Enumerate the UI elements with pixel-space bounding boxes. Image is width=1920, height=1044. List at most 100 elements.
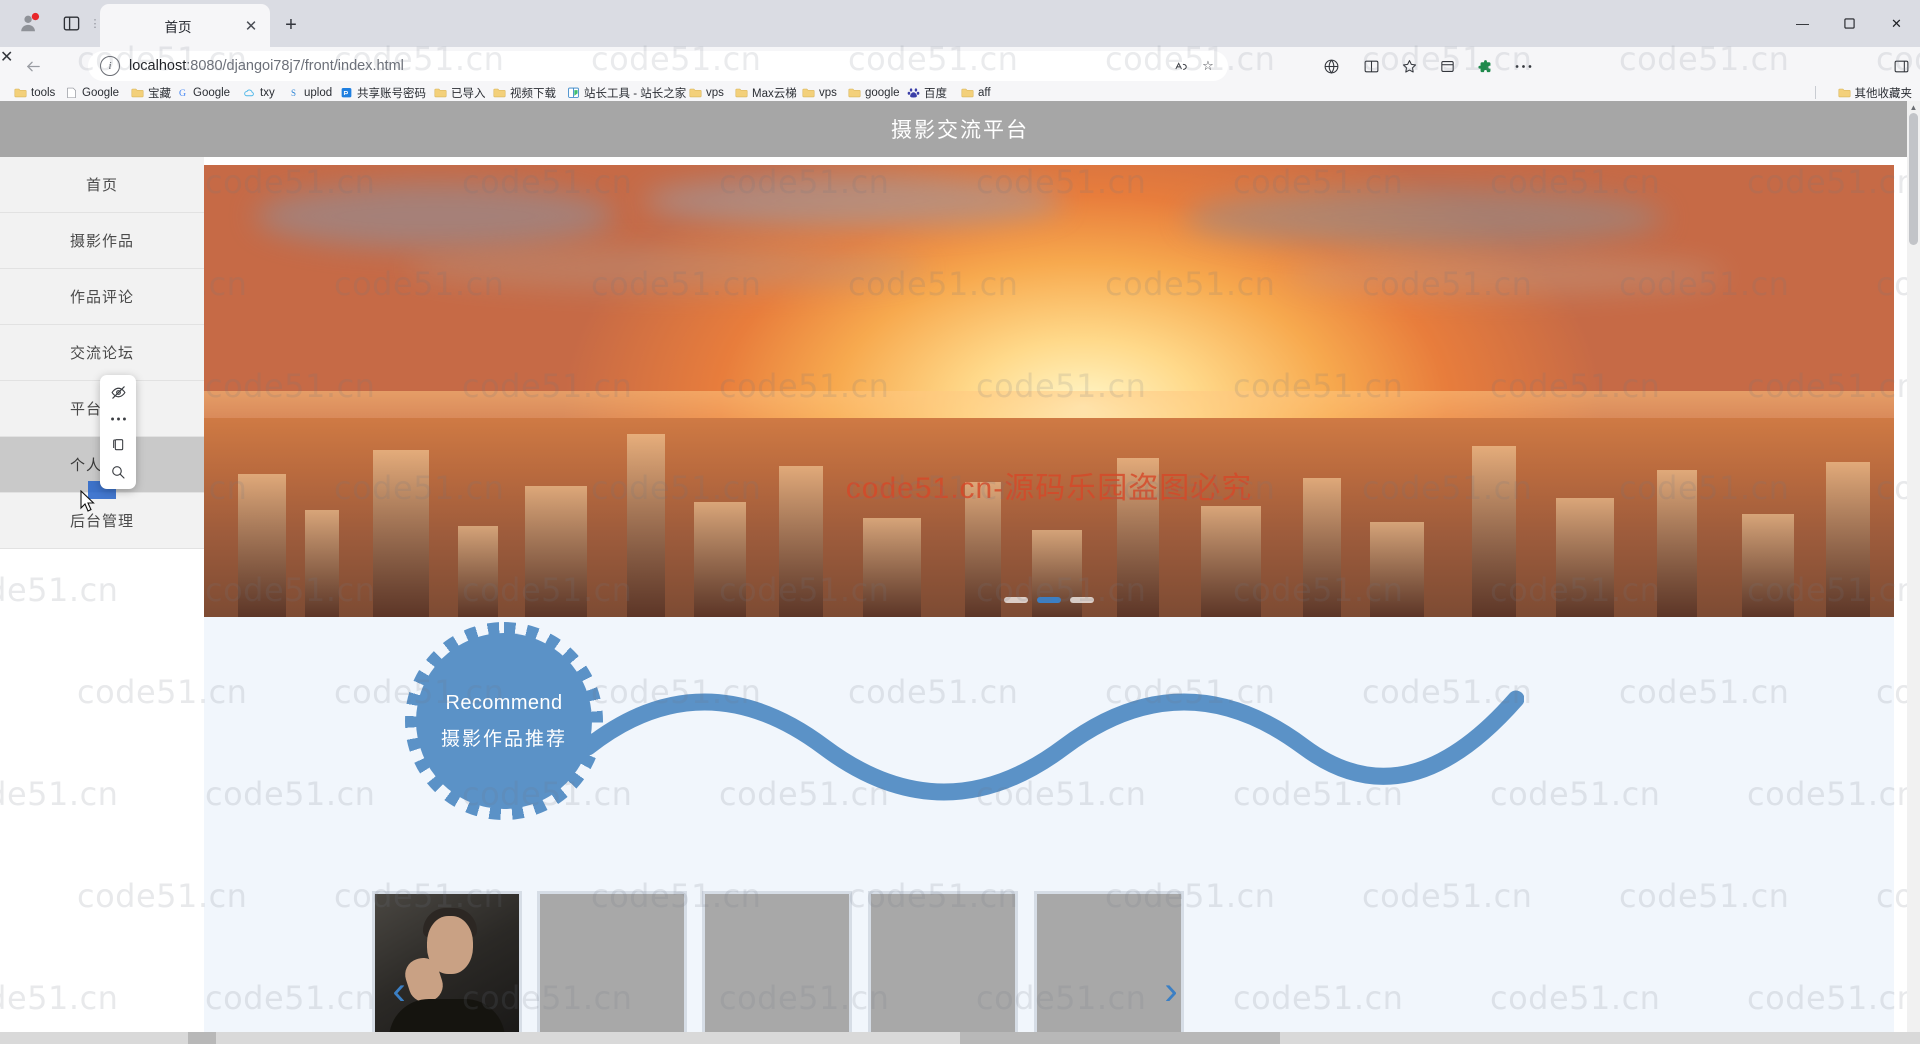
watermark-text: code51.cn — [0, 979, 119, 1017]
bookmarks-bar[interactable]: 其他收藏夹 tools Google 宝藏 G Google txy Suplod 共享账号密… — [0, 84, 1920, 101]
other-bookmarks-button[interactable]: 其他收藏夹 — [1838, 84, 1913, 101]
work-card[interactable] — [868, 891, 1018, 1044]
works-carousel: ‹ › — [204, 877, 1894, 1044]
carousel-dot-active[interactable] — [1037, 597, 1061, 603]
bookmark-item-2[interactable]: 宝藏 — [131, 84, 171, 101]
page-icon — [67, 87, 76, 98]
banner-watermark: code51.cn-源码乐园盗图必究 — [845, 472, 1253, 506]
recommend-en-label: Recommend — [445, 691, 563, 714]
bookmark-item-7[interactable]: 已导入 — [434, 84, 486, 101]
bookmark-label: 共享账号密码 — [357, 87, 426, 100]
bookmark-item-11[interactable]: Max云梯 — [735, 84, 797, 101]
tab-title: 首页 — [164, 19, 192, 35]
bookmark-item-5[interactable]: Suplod — [287, 84, 332, 101]
favorites-star-icon[interactable] — [1394, 51, 1424, 81]
window-controls[interactable]: — ✕ — [1779, 0, 1920, 47]
sidebar-item-1[interactable]: 摄影作品 — [0, 213, 204, 269]
scrollbar-thumb[interactable] — [1909, 113, 1918, 245]
carousel-next-button[interactable]: › — [1154, 967, 1188, 1015]
site-header: 摄影交流平台 — [0, 101, 1920, 157]
bookmark-item-12[interactable]: vps — [802, 84, 837, 101]
split-screen-icon[interactable] — [1356, 51, 1386, 81]
cloud-shape — [643, 174, 1064, 229]
address-bar-actions[interactable]: ☆ — [1170, 54, 1220, 78]
carousel-dot[interactable] — [1004, 597, 1028, 603]
more-dots-icon[interactable] — [105, 408, 131, 430]
favorite-star-icon[interactable]: ☆ — [1196, 54, 1220, 78]
collections-icon[interactable] — [1432, 51, 1462, 81]
other-bookmarks-label: 其他收藏夹 — [1854, 87, 1913, 100]
blue-app-icon — [341, 88, 352, 98]
bookmark-label: txy — [260, 86, 275, 99]
work-card[interactable] — [537, 891, 687, 1044]
scroll-up-arrow[interactable]: ▲ — [1907, 101, 1920, 113]
tab-drag-handle-icon[interactable]: ⋮ — [90, 9, 101, 37]
browser-tab[interactable]: 首页 ✕ — [100, 4, 270, 47]
carousel-prev-button[interactable]: ‹ — [382, 967, 416, 1015]
carousel-dots[interactable] — [1004, 597, 1094, 603]
bookmark-item-3[interactable]: G Google — [176, 84, 230, 101]
browser-essentials-icon[interactable] — [1316, 51, 1346, 81]
copy-icon[interactable] — [105, 434, 131, 456]
selection-context-menu[interactable] — [100, 375, 136, 489]
maximize-button[interactable] — [1826, 0, 1873, 47]
bookmark-item-13[interactable]: google — [848, 84, 900, 101]
tab-search-icon[interactable] — [52, 5, 90, 41]
work-card[interactable] — [702, 891, 852, 1044]
bookmark-item-0[interactable]: tools — [14, 84, 55, 101]
extensions-icon[interactable] — [1470, 51, 1500, 81]
carousel-dot[interactable] — [1070, 597, 1094, 603]
sidebar-toggle-icon[interactable] — [1886, 51, 1916, 81]
sidebar-item-2[interactable]: 作品评论 — [0, 269, 204, 325]
address-bar[interactable]: i localhost:8080/djangoi78j7/front/index… — [88, 51, 1228, 81]
s-icon: S — [291, 88, 296, 98]
folder-icon — [131, 88, 144, 98]
bookmark-item-9[interactable]: 站长工具 - 站长之家 — [567, 84, 686, 101]
sidebar-item-3[interactable]: 交流论坛 — [0, 325, 204, 381]
bookmark-item-8[interactable]: 视频下载 — [493, 84, 556, 101]
folder-icon — [802, 88, 815, 98]
more-options-icon[interactable] — [1508, 51, 1538, 81]
search-icon[interactable] — [105, 461, 131, 483]
baidu-icon — [907, 88, 920, 98]
profile-avatar[interactable] — [10, 5, 48, 41]
bookmark-label: 宝藏 — [148, 87, 171, 100]
close-window-button[interactable]: ✕ — [1873, 0, 1920, 47]
folder-icon — [689, 88, 702, 98]
site-info-icon[interactable]: i — [100, 56, 120, 76]
bookmark-item-14[interactable]: 百度 — [907, 84, 947, 101]
sidebar-item-0[interactable]: 首页 — [0, 157, 204, 213]
back-button[interactable] — [18, 51, 48, 81]
browser-titlebar: ⋮ 首页 ✕ + — ✕ — [0, 0, 1920, 47]
sidebar-item-6[interactable]: 后台管理 — [0, 493, 204, 549]
new-tab-button[interactable]: + — [276, 11, 306, 39]
bookmark-item-6[interactable]: 共享账号密码 — [340, 84, 426, 101]
bookmark-label: 视频下载 — [510, 87, 556, 100]
cloud-icon — [244, 89, 254, 97]
tab-close-button[interactable]: ✕ — [238, 13, 264, 39]
folder-icon — [848, 88, 861, 98]
recommend-cn-label: 摄影作品推荐 — [440, 728, 567, 750]
bookmark-label: uplod — [304, 86, 333, 99]
bookmark-item-4[interactable]: txy — [243, 84, 275, 101]
hero-banner[interactable]: code51.cn-源码乐园盗图必究 — [204, 165, 1894, 617]
bookmark-item-10[interactable]: vps — [689, 84, 724, 101]
bookmark-item-1[interactable]: Google — [65, 84, 119, 101]
page-scrollbar[interactable]: ▲ ▼ — [1907, 101, 1920, 1044]
bookmark-item-15[interactable]: aff — [961, 84, 991, 101]
sidebar-item-label: 首页 — [85, 177, 118, 194]
web-page: code51.cncode51.cncode51.cncode51.cncode… — [0, 101, 1920, 1044]
bookmark-label: Max云梯 — [752, 87, 797, 100]
hide-eye-icon[interactable] — [105, 381, 131, 403]
url-path: :8080/djangoi78j7/front/index.html — [186, 58, 404, 74]
svg-text:G: G — [179, 88, 186, 98]
minimize-button[interactable]: — — [1779, 0, 1826, 47]
chinaz-icon — [568, 87, 579, 98]
folder-icon — [961, 88, 974, 98]
folder-icon — [14, 88, 27, 98]
browser-navbar: ✕ i localhost:8080/djangoi78j7/front/ind… — [0, 47, 1920, 84]
screenshot-root: code51.cncode51.cncode51.cncode51.cncode… — [0, 0, 1920, 1044]
read-aloud-icon[interactable] — [1170, 54, 1194, 78]
watermark-text: code51.cn — [0, 571, 119, 609]
bookmarks-divider — [1815, 86, 1816, 99]
